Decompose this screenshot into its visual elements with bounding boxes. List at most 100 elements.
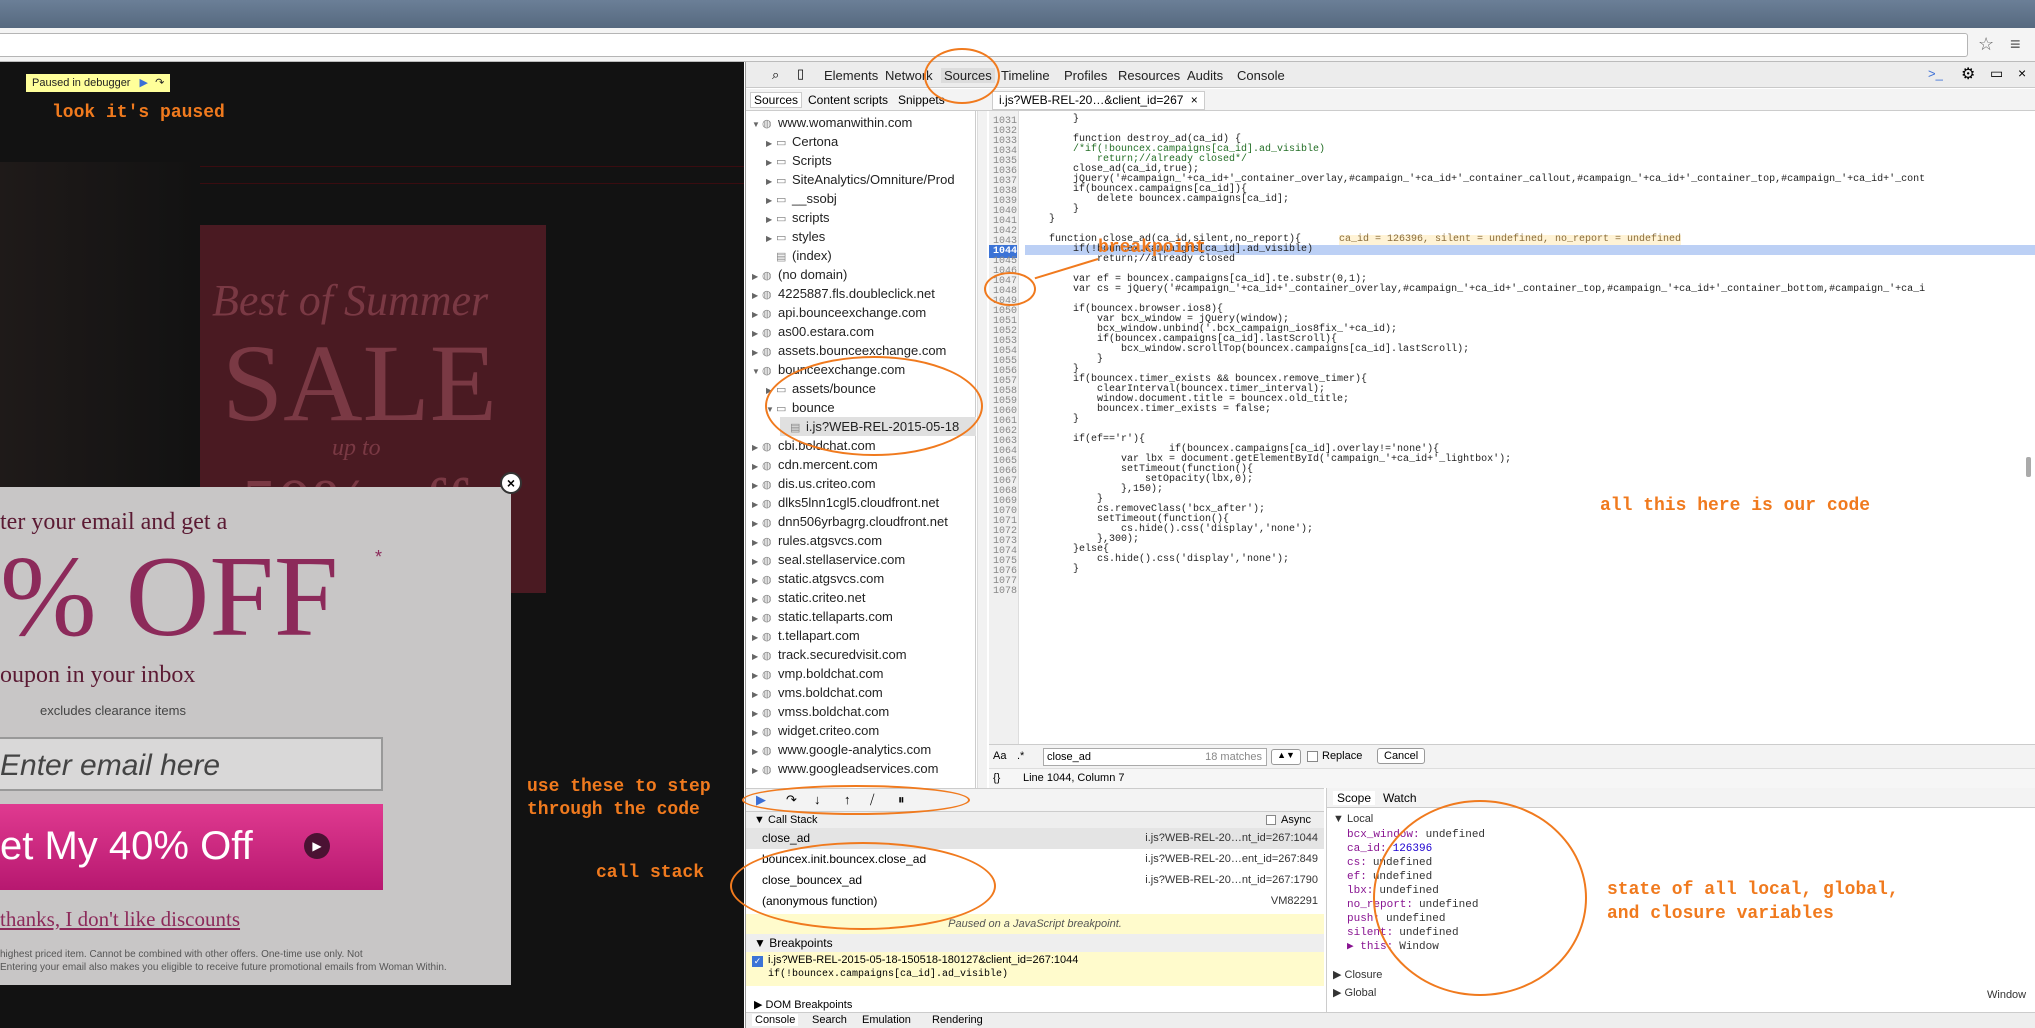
nav-domain[interactable]: ▶ ◍ 4225887.fls.doubleclick.net (752, 284, 935, 303)
annotation-our-code: all this here is our code (1600, 496, 1871, 516)
close-devtools-icon[interactable]: × (2018, 65, 2026, 81)
inspect-icon[interactable]: ⌕ (772, 67, 779, 83)
tab-timeline[interactable]: Timeline (1001, 68, 1050, 83)
menu-icon[interactable]: ≡ (2010, 34, 2021, 55)
nav-domain[interactable]: ▶ ◍ dis.us.criteo.com (752, 474, 876, 493)
nav-item-label: rules.atgsvcs.com (778, 533, 883, 548)
nav-domain[interactable]: ▶ ◍ static.atgsvcs.com (752, 569, 884, 588)
collapsed-triangle-icon[interactable]: ▶ (752, 761, 762, 780)
nav-domain[interactable]: ▶ ◍ www.googleadservices.com (752, 759, 938, 778)
tab-console[interactable]: Console (1237, 68, 1285, 83)
nav-domain[interactable]: ▶ ◍ static.tellaparts.com (752, 607, 893, 626)
nav-folder[interactable]: ▶ ▭ scripts (766, 208, 830, 227)
nav-item-label: vmp.boldchat.com (778, 666, 884, 681)
nav-domain[interactable]: ▶ ◍ dnn506yrbagrg.cloudfront.net (752, 512, 948, 531)
gear-icon[interactable]: ⚙ (1961, 64, 1975, 84)
decline-link[interactable]: thanks, I don't like discounts (0, 907, 240, 932)
nav-domain[interactable]: ▶ ◍ vms.boldchat.com (752, 683, 883, 702)
scope-local-header[interactable]: ▼ Local (1333, 812, 1373, 826)
nav-domain[interactable]: ▶ ◍ static.criteo.net (752, 588, 865, 607)
tab-watch[interactable]: Watch (1383, 791, 1417, 805)
nav-item-label: cdn.mercent.com (778, 457, 878, 472)
subtab-content-scripts[interactable]: Content scripts (808, 93, 888, 107)
tab-scope[interactable]: Scope (1333, 791, 1376, 805)
nav-item-label: widget.criteo.com (778, 723, 880, 738)
drawer-tab-rendering[interactable]: Rendering (932, 1014, 983, 1026)
nav-domain[interactable]: ▶ ◍ www.google-analytics.com (752, 740, 931, 759)
nav-folder[interactable]: ▶ ▭ SiteAnalytics/Omniture/Prod (766, 170, 955, 189)
email-field[interactable]: Enter email here (0, 737, 383, 791)
expanded-triangle-icon[interactable]: ▼ (752, 115, 762, 134)
scope-local-label: Local (1346, 813, 1374, 825)
cancel-search-button[interactable]: Cancel (1377, 748, 1426, 764)
search-value: close_ad (1047, 751, 1092, 763)
nav-domain[interactable]: ▶ ◍ vmp.boldchat.com (752, 664, 884, 683)
scope-var-name: cs: (1347, 857, 1367, 869)
breakpoint-file: i.js?WEB-REL-2015-05-18-150518-180127&cl… (768, 954, 1079, 966)
async-checkbox[interactable] (1266, 815, 1276, 825)
match-case-toggle[interactable]: Aa (993, 750, 1006, 762)
nav-domain[interactable]: ▶ ◍ widget.criteo.com (752, 721, 879, 740)
line-number[interactable]: 1078 (989, 585, 1017, 598)
scope-global-value: Window (1987, 989, 2027, 1001)
breakpoint-item[interactable]: ✓ i.js?WEB-REL-2015-05-18-150518-180127&… (746, 952, 1324, 986)
drawer-tab-search[interactable]: Search (812, 1014, 847, 1026)
drawer-tab-emulation[interactable]: Emulation (862, 1014, 911, 1026)
nav-item-label: __ssobj (792, 191, 837, 206)
nav-folder[interactable]: ▶ ▭ Certona (766, 132, 838, 151)
bookmark-star-icon[interactable]: ☆ (1978, 34, 1994, 55)
nav-domain[interactable]: ▶ ◍ api.bounceexchange.com (752, 303, 926, 322)
tab-elements[interactable]: Elements (824, 68, 878, 83)
code-editor[interactable]: } function destroy_ad(ca_id) { /*if(!bou… (1019, 111, 2035, 791)
sale-line2: SALE (222, 322, 497, 444)
step-over-icon[interactable]: ↷ (155, 77, 164, 89)
tab-profiles[interactable]: Profiles (1064, 68, 1107, 83)
file-tab[interactable]: i.js?WEB-REL-20…&client_id=267 × (992, 91, 1205, 110)
subtab-sources[interactable]: Sources (750, 92, 803, 108)
device-icon[interactable]: ▯ (797, 66, 804, 82)
close-tab-icon[interactable]: × (1191, 93, 1198, 107)
modal-big-offer: % OFF (0, 533, 339, 661)
nav-domain[interactable]: ▶ ◍ seal.stellaservice.com (752, 550, 905, 569)
search-stepper[interactable]: ▲▼ (1271, 749, 1301, 765)
nav-domain[interactable]: ▶ ◍ t.tellapart.com (752, 626, 860, 645)
console-drawer-icon[interactable]: >_ (1928, 66, 1943, 81)
nav-folder[interactable]: ▶ ▭ __ssobj (766, 189, 837, 208)
modal-close-icon[interactable]: × (500, 472, 522, 494)
dock-icon[interactable]: ▭ (1990, 65, 2003, 82)
nav-domain[interactable]: ▶ ◍ (no domain) (752, 265, 847, 284)
code-line: } (1025, 214, 1056, 225)
navigator-scrollbar[interactable] (977, 111, 987, 791)
search-input[interactable]: close_ad 18 matches (1043, 748, 1267, 766)
nav-domain[interactable]: ▶ ◍ cdn.mercent.com (752, 455, 878, 474)
line-gutter: 1031 1032 1033 1034 1035 1036 1037 1038 1039 1040… (989, 111, 1019, 791)
nav-domain[interactable]: ▶ ◍ track.securedvisit.com (752, 645, 907, 664)
nav-item-label: Scripts (792, 153, 832, 168)
dom-breakpoints-header[interactable]: ▶ DOM Breakpoints (746, 998, 1324, 1012)
nav-item-label: seal.stellaservice.com (778, 552, 906, 567)
nav-domain[interactable]: ▶ ◍ vmss.boldchat.com (752, 702, 889, 721)
breakpoints-header[interactable]: ▼ Breakpoints (746, 934, 1324, 952)
pretty-print-button[interactable]: {} (993, 772, 1000, 784)
regex-toggle[interactable]: .* (1017, 750, 1024, 762)
nav-domain[interactable]: ▶ ◍ as00.estara.com (752, 322, 874, 341)
nav-domain[interactable]: ▶ ◍ dlks5lnn1cgl5.cloudfront.net (752, 493, 939, 512)
breakpoint-checkbox[interactable]: ✓ (752, 956, 763, 967)
resume-icon[interactable]: ▶︎ (140, 77, 148, 89)
scope-closure-header[interactable]: ▶ Closure (1333, 968, 1382, 982)
nav-domain[interactable]: ▶ ◍ rules.atgsvcs.com (752, 531, 882, 550)
get-offer-button[interactable]: et My 40% Off ▶ (0, 804, 383, 890)
drawer-tab-console[interactable]: Console (752, 1014, 799, 1026)
annotation-step-1: use these to step (527, 777, 711, 797)
tab-resources[interactable]: Resources (1118, 68, 1180, 83)
replace-checkbox[interactable] (1307, 751, 1318, 762)
expanded-triangle-icon[interactable]: ▼ (752, 362, 762, 381)
scope-global-header[interactable]: ▶ Global (1333, 986, 1376, 1000)
tab-audits[interactable]: Audits (1187, 68, 1223, 83)
nav-domain[interactable]: ▼ ◍ www.womanwithin.com (752, 113, 912, 132)
nav-file[interactable]: ▤ (index) (766, 246, 832, 265)
nav-item-label: (no domain) (778, 267, 848, 282)
nav-folder[interactable]: ▶ ▭ Scripts (766, 151, 832, 170)
nav-folder[interactable]: ▶ ▭ styles (766, 227, 825, 246)
editor-scrollbar-thumb[interactable] (2026, 457, 2031, 477)
